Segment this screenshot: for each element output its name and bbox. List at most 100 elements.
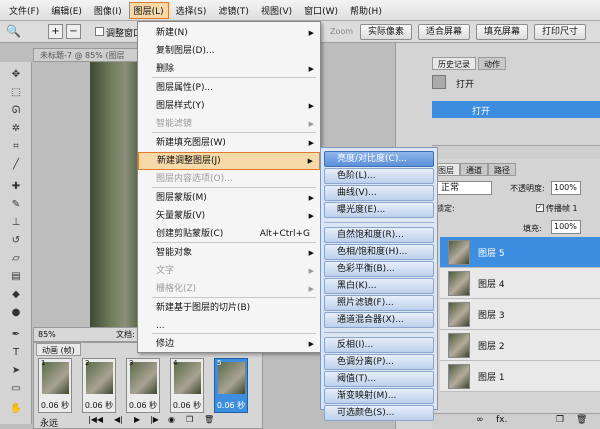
menu-filter[interactable]: 滤镜(T) [213, 2, 254, 19]
history-item-1[interactable]: 打开 [456, 77, 474, 90]
blur-tool-icon[interactable]: ◆ [9, 288, 23, 302]
frame-2[interactable]: 2 0.06 秒 [82, 358, 116, 413]
adjustment-menu-item[interactable]: 通道混合器(X)... [324, 312, 434, 328]
type-tool-icon[interactable]: T [9, 346, 23, 360]
shape-tool-icon[interactable]: ▭ [9, 382, 23, 396]
layer-menu-item[interactable]: 图层样式(Y) ▶ [138, 97, 320, 115]
menu-window[interactable]: 窗口(W) [299, 2, 343, 19]
history-brush-icon[interactable]: ↺ [9, 234, 23, 248]
tab-channels[interactable]: 通道 [460, 163, 488, 176]
adjustment-menu-item[interactable]: 渐变映射(M)... [324, 388, 434, 404]
first-frame-icon[interactable]: |◀◀ [88, 415, 103, 424]
history-snapshot-thumb[interactable] [432, 75, 446, 89]
tween-icon[interactable]: ◉ [168, 415, 175, 424]
zoom-out-icon[interactable]: − [66, 24, 81, 39]
layer-menu-item[interactable]: 修边 ▶ [138, 335, 320, 353]
dodge-tool-icon[interactable]: ● [9, 306, 23, 320]
history-item-2-row[interactable] [432, 101, 600, 118]
adjustment-menu-item[interactable]: 色相/饱和度(H)... [324, 244, 434, 260]
frame-delay[interactable]: 0.06 秒 [215, 400, 247, 411]
animation-tab[interactable]: 动画 (帧) [36, 343, 81, 356]
frame-delay[interactable]: 0.06 秒 [171, 400, 203, 411]
eraser-tool-icon[interactable]: ▱ [9, 252, 23, 266]
frame-3[interactable]: 3 0.06 秒 [126, 358, 160, 413]
stamp-tool-icon[interactable]: ⊥ [9, 216, 23, 230]
adjustment-menu-item[interactable]: 黑白(K)... [324, 278, 434, 294]
healing-brush-icon[interactable]: ✚ [9, 180, 23, 194]
trash-icon[interactable]: 🗑 [576, 415, 587, 425]
loop-select[interactable]: 永远 [40, 416, 58, 429]
menu-edit[interactable]: 编辑(E) [46, 2, 87, 19]
opacity-input[interactable]: 100% [551, 181, 581, 195]
frame-delay[interactable]: 0.06 秒 [127, 400, 159, 411]
frame-delay[interactable]: 0.06 秒 [83, 400, 115, 411]
adjustment-menu-item[interactable]: 可选颜色(S)... [324, 405, 434, 421]
prev-frame-icon[interactable]: ◀| [114, 415, 123, 424]
layer-menu-item[interactable]: 图层属性(P)... [138, 79, 320, 97]
resize-window-checkbox[interactable] [95, 27, 104, 36]
fit-screen-button[interactable]: 适合屏幕 [418, 24, 470, 40]
history-item-2[interactable]: 打开 [472, 104, 490, 117]
fill-input[interactable]: 100% [551, 220, 581, 234]
lasso-tool-icon[interactable]: ᘏ [9, 104, 23, 118]
layer-row[interactable]: 图层 1 [440, 361, 600, 392]
adjustment-menu-item[interactable]: 自然饱和度(R)... [324, 227, 434, 243]
frame-5[interactable]: 5 0.06 秒 [214, 358, 248, 413]
magic-wand-icon[interactable]: ✲ [9, 122, 23, 136]
blend-mode-select[interactable]: 正常 [436, 181, 492, 195]
move-tool-icon[interactable]: ✥ [9, 68, 23, 82]
layer-name[interactable]: 图层 1 [478, 370, 505, 383]
frame-1[interactable]: 1 0.06 秒 [38, 358, 72, 413]
tab-paths[interactable]: 路径 [488, 163, 516, 176]
layer-menu-item[interactable]: 图层蒙版(M) ▶ [138, 189, 320, 207]
actual-pixels-button[interactable]: 实际像素 [360, 24, 412, 40]
layer-name[interactable]: 图层 4 [478, 277, 505, 290]
fill-screen-button[interactable]: 填充屏幕 [476, 24, 528, 40]
layer-menu-item[interactable]: ... [138, 317, 320, 335]
zoom-level[interactable]: 85% [38, 328, 56, 341]
pen-tool-icon[interactable]: ✒ [9, 328, 23, 342]
layer-menu-item[interactable]: 新建填充图层(W) ▶ [138, 134, 320, 152]
menu-select[interactable]: 选择(S) [171, 2, 212, 19]
propagate-checkbox[interactable]: ✓ [536, 204, 544, 212]
menu-view[interactable]: 视图(V) [256, 2, 297, 19]
menu-image[interactable]: 图像(I) [89, 2, 127, 19]
zoom-tool-icon[interactable]: 🔍 [6, 24, 21, 38]
layer-row[interactable]: 图层 3 [440, 299, 600, 330]
frame-delay[interactable]: 0.06 秒 [39, 400, 71, 411]
adjustment-menu-item[interactable]: 反相(I)... [324, 337, 434, 353]
hand-tool-icon[interactable]: ✋ [9, 402, 23, 416]
layer-row[interactable]: 图层 4 [440, 268, 600, 299]
layer-menu-item[interactable]: 矢量蒙版(V) ▶ [138, 207, 320, 225]
play-icon[interactable]: ▶ [134, 415, 140, 424]
path-selection-icon[interactable]: ➤ [9, 364, 23, 378]
eyedropper-icon[interactable]: ╱ [9, 158, 23, 172]
marquee-tool-icon[interactable]: ⬚ [9, 86, 23, 100]
layer-menu-item[interactable]: 删除 ▶ [138, 60, 320, 78]
layer-row[interactable]: 图层 2 [440, 330, 600, 361]
duplicate-frame-icon[interactable]: ❐ [186, 415, 193, 424]
layer-menu-item[interactable]: 智能对象 ▶ [138, 244, 320, 262]
document-canvas[interactable] [90, 62, 140, 327]
link-layers-icon[interactable]: ∞ [476, 415, 484, 425]
menu-file[interactable]: 文件(F) [4, 2, 44, 19]
layer-name[interactable]: 图层 5 [478, 246, 505, 259]
layer-name[interactable]: 图层 2 [478, 339, 505, 352]
menu-layer[interactable]: 图层(L) [128, 1, 169, 19]
fx-icon[interactable]: fx. [496, 415, 507, 425]
tab-history[interactable]: 历史记录 [432, 57, 476, 70]
gradient-tool-icon[interactable]: ▤ [9, 270, 23, 284]
adjustment-menu-item[interactable]: 曲线(V)... [324, 185, 434, 201]
adjustment-menu-item[interactable]: 色调分离(P)... [324, 354, 434, 370]
layer-row[interactable]: 图层 5 [440, 237, 600, 268]
adjustment-menu-item[interactable]: 色阶(L)... [324, 168, 434, 184]
menu-help[interactable]: 帮助(H) [345, 2, 387, 19]
adjustment-menu-item[interactable]: 照片滤镜(F)... [324, 295, 434, 311]
layer-menu-item[interactable]: 创建剪贴蒙版(C) Alt+Ctrl+G [138, 225, 320, 243]
crop-tool-icon[interactable]: ⌗ [9, 140, 23, 154]
next-frame-icon[interactable]: |▶ [150, 415, 159, 424]
frame-4[interactable]: 4 0.06 秒 [170, 358, 204, 413]
layer-menu-item[interactable]: 复制图层(D)... [138, 42, 320, 60]
delete-frame-icon[interactable]: 🗑 [204, 415, 214, 424]
layer-menu-item[interactable]: 新建(N) ▶ [138, 24, 320, 42]
